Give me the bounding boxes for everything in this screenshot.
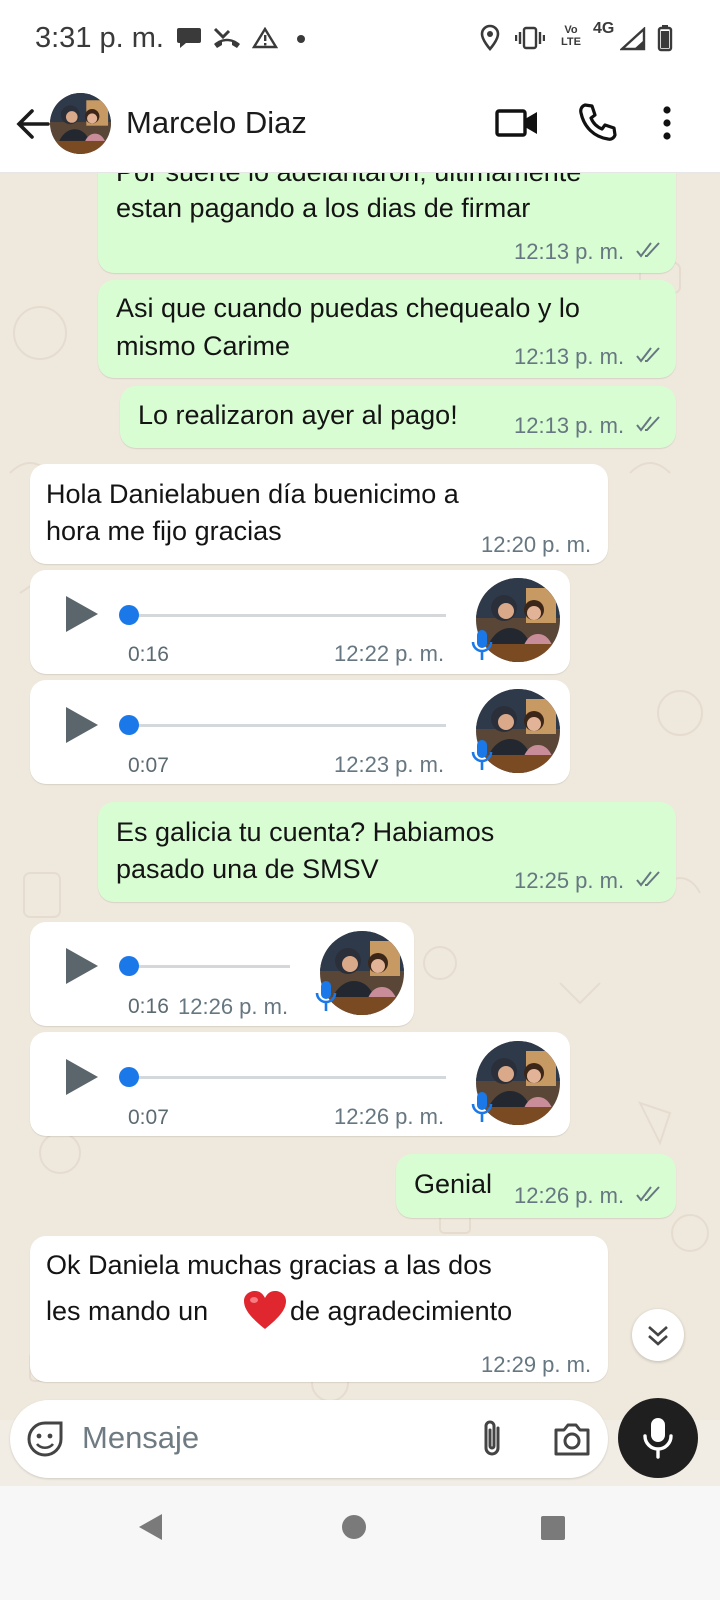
double-chevron-down-icon	[648, 1326, 668, 1346]
double-check-read-icon	[636, 1186, 660, 1202]
double-check-read-icon	[636, 242, 660, 258]
voice-duration: 0:16	[128, 643, 169, 666]
message-text: mismo Carime	[116, 331, 291, 361]
message-text: hora me fijo gracias	[46, 516, 282, 546]
voice-duration: 0:16	[128, 995, 169, 1018]
message-time: 12:20 p. m.	[481, 532, 592, 557]
message-time: 12:13 p. m.	[514, 413, 625, 438]
message-time: 12:22 p. m.	[334, 641, 445, 666]
system-navigation-bar	[0, 1486, 720, 1600]
double-check-read-icon	[636, 416, 660, 432]
message-bubble-outgoing[interactable]: Lo realizaron ayer al pago! 12:13 p. m.	[120, 386, 676, 448]
message-text: Genial	[414, 1169, 493, 1199]
message-bubble-outgoing[interactable]: Asi que cuando puedas chequealo y lo mis…	[98, 280, 676, 378]
camera-icon[interactable]	[552, 1420, 592, 1458]
message-text: Es galicia tu cuenta? Habiamos	[116, 817, 495, 847]
voice-message-incoming[interactable]: 0:16 12:22 p. m.	[30, 570, 570, 674]
network-type-label: 4G	[593, 20, 615, 37]
message-text: Hola Danielabuen día buenicimo a	[46, 479, 459, 509]
4g-signal-icon	[620, 27, 646, 51]
message-text: Lo realizaron ayer al pago!	[138, 400, 458, 430]
message-text: Ok Daniela muchas gracias a las dos	[46, 1250, 492, 1280]
contact-name[interactable]: Marcelo Diaz	[126, 105, 307, 141]
play-icon[interactable]	[64, 946, 100, 986]
voice-seek-dot[interactable]	[119, 605, 139, 625]
message-bubble-incoming[interactable]: Ok Daniela muchas gracias a las dos les …	[30, 1236, 608, 1382]
warning-icon	[252, 27, 278, 49]
message-time: 12:29 p. m.	[481, 1352, 592, 1377]
message-input[interactable]: Mensaje	[82, 1420, 199, 1456]
voice-duration: 0:07	[128, 754, 169, 777]
phone-call-icon[interactable]	[573, 98, 623, 148]
voice-record-button[interactable]	[618, 1398, 698, 1478]
message-time: 12:13 p. m.	[514, 239, 625, 264]
message-text: estan pagando a los dias de firmar	[116, 193, 531, 223]
play-icon[interactable]	[64, 1057, 100, 1097]
voice-seek-dot[interactable]	[119, 715, 139, 735]
battery-icon	[657, 25, 673, 52]
voice-progress-track[interactable]	[128, 1076, 446, 1079]
back-arrow-icon[interactable]	[12, 102, 52, 146]
voice-message-incoming[interactable]: 0:07 12:23 p. m.	[30, 680, 570, 784]
chat-area[interactable]: Por suerte lo adelantaron, ultimamente e…	[0, 173, 720, 1420]
contact-avatar[interactable]	[50, 93, 111, 154]
play-icon[interactable]	[64, 594, 100, 634]
message-bubble-outgoing[interactable]: Es galicia tu cuenta? Habiamos pasado un…	[98, 802, 676, 902]
voice-seek-dot[interactable]	[119, 956, 139, 976]
voice-progress-track[interactable]	[128, 724, 446, 727]
chat-bubble-icon	[177, 28, 201, 48]
more-options-icon[interactable]	[642, 98, 692, 148]
scroll-to-bottom-button[interactable]	[632, 1309, 684, 1361]
message-time: 12:26 p. m.	[514, 1183, 625, 1208]
microphone-badge-icon	[471, 1092, 493, 1122]
voice-progress-track[interactable]	[128, 965, 290, 968]
voice-seek-dot[interactable]	[119, 1067, 139, 1087]
play-icon[interactable]	[64, 705, 100, 745]
message-text: Asi que cuando puedas chequealo y lo	[116, 293, 580, 323]
message-text: les mando un	[46, 1296, 209, 1326]
message-time: 12:23 p. m.	[334, 752, 445, 777]
microphone-badge-icon	[315, 981, 337, 1011]
back-triangle-icon[interactable]	[136, 1512, 166, 1542]
message-composer: Mensaje	[10, 1400, 608, 1478]
voice-progress-track[interactable]	[128, 614, 446, 617]
location-icon	[480, 24, 500, 51]
message-time: 12:13 p. m.	[514, 344, 625, 369]
recents-square-icon[interactable]	[540, 1515, 566, 1541]
dot-icon	[297, 35, 305, 43]
chat-header: Marcelo Diaz	[0, 78, 720, 173]
microphone-icon	[643, 1418, 673, 1459]
message-bubble-incoming[interactable]: Hola Danielabuen día buenicimo a hora me…	[30, 464, 608, 564]
home-circle-icon[interactable]	[341, 1514, 367, 1540]
status-bar: 3:31 p. m. Vo LTE 4G	[0, 0, 720, 78]
video-call-icon[interactable]	[493, 98, 543, 148]
voice-message-incoming[interactable]: 0:16 12:26 p. m.	[30, 922, 414, 1026]
message-text: pasado una de SMSV	[116, 854, 379, 884]
status-time: 3:31 p. m.	[35, 22, 164, 54]
missed-call-icon	[213, 27, 240, 48]
message-bubble-outgoing[interactable]: Por suerte lo adelantaron, ultimamente e…	[98, 173, 676, 273]
vibrate-icon	[515, 26, 545, 50]
message-text: de agradecimiento	[290, 1296, 513, 1326]
volte-icon: Vo LTE	[561, 24, 581, 48]
double-check-read-icon	[636, 347, 660, 363]
message-bubble-outgoing[interactable]: Genial 12:26 p. m.	[396, 1154, 676, 1218]
heart-emoji-icon	[244, 1291, 286, 1329]
emoji-sticker-icon[interactable]	[26, 1420, 64, 1458]
microphone-badge-icon	[471, 630, 493, 660]
message-time: 12:25 p. m.	[514, 868, 625, 893]
double-check-read-icon	[636, 871, 660, 887]
attach-icon[interactable]	[476, 1418, 508, 1460]
message-time: 12:26 p. m.	[178, 994, 289, 1019]
voice-message-incoming[interactable]: 0:07 12:26 p. m.	[30, 1032, 570, 1136]
message-time: 12:26 p. m.	[334, 1104, 445, 1129]
microphone-badge-icon	[471, 740, 493, 770]
voice-duration: 0:07	[128, 1106, 169, 1129]
